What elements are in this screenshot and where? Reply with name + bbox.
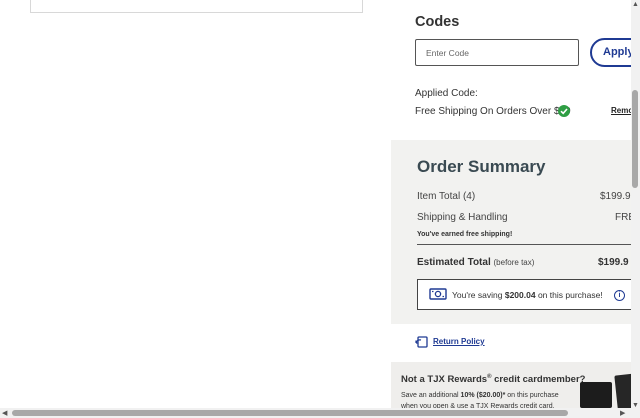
promo-line1-suffix: on this purchase — [505, 392, 559, 399]
item-total-label: Item Total (4) — [417, 191, 476, 202]
check-circle-icon — [558, 105, 570, 117]
codes-section: Codes Apply Applied Code: Free Shipping … — [391, 0, 631, 140]
scroll-left-arrow-icon[interactable]: ◀ — [2, 409, 7, 417]
info-icon[interactable]: i — [614, 290, 625, 301]
promo-code-input[interactable] — [415, 39, 579, 66]
summary-divider — [417, 244, 631, 245]
savings-banner: You're saving $200.04 on this purchase! … — [417, 279, 631, 310]
return-policy-link[interactable]: Return Policy — [433, 337, 485, 346]
scroll-right-arrow-icon[interactable]: ▶ — [620, 409, 625, 417]
credit-card-image-2 — [614, 372, 631, 410]
promo-title: Not a TJX Rewards® credit cardmember? — [401, 374, 585, 385]
free-shipping-note: You've earned free shipping! — [417, 231, 513, 238]
money-savings-icon — [429, 288, 447, 300]
item-total-value: $199.9 — [600, 191, 631, 202]
savings-prefix: You're saving — [452, 290, 503, 300]
savings-suffix: on this purchase! — [537, 290, 603, 300]
return-policy-icon — [415, 336, 428, 348]
promo-line1-prefix: Save an additional — [401, 392, 461, 399]
shipping-label: Shipping & Handling — [417, 212, 508, 223]
vertical-scroll-thumb[interactable] — [632, 90, 638, 188]
estimated-total-value: $199.9 — [598, 257, 629, 268]
promo-title-prefix: Not a TJX Rewards — [401, 374, 488, 386]
estimated-total-sub: (before tax) — [493, 258, 535, 267]
promo-title-suffix: credit cardmember? — [491, 374, 586, 386]
estimated-total-text: Estimated Total — [417, 257, 491, 268]
applied-code-label: Applied Code: — [415, 88, 478, 99]
savings-amount: $200.04 — [504, 290, 536, 300]
vertical-scrollbar[interactable]: ▲ ▼ — [631, 0, 640, 418]
promo-line1-bold: 10% ($20.00)* — [460, 392, 506, 399]
checkout-sidebar: Codes Apply Applied Code: Free Shipping … — [391, 0, 631, 418]
applied-code-value: Free Shipping On Orders Over $89 — [415, 106, 571, 117]
codes-title: Codes — [415, 14, 460, 30]
cart-item-card — [30, 0, 363, 13]
order-summary: Order Summary Item Total (4) $199.9 Ship… — [391, 140, 631, 324]
order-summary-title: Order Summary — [417, 157, 546, 176]
apply-code-button[interactable]: Apply — [590, 38, 631, 67]
estimated-total-label: Estimated Total (before tax) — [417, 257, 534, 268]
scroll-down-arrow-icon[interactable]: ▼ — [632, 402, 639, 409]
scroll-up-arrow-icon[interactable]: ▲ — [632, 1, 639, 8]
remove-code-link[interactable]: Remove — [611, 106, 631, 115]
promo-line-1: Save an additional 10% ($20.00)* on this… — [401, 392, 559, 399]
savings-text: You're saving $200.04 on this purchase! — [452, 290, 603, 300]
credit-card-image — [580, 382, 612, 408]
horizontal-scrollbar[interactable]: ◀ ▶ — [0, 408, 631, 418]
shipping-value: FRE — [615, 212, 631, 223]
horizontal-scroll-thumb[interactable] — [12, 410, 568, 416]
return-policy-section: Return Policy — [391, 324, 631, 362]
